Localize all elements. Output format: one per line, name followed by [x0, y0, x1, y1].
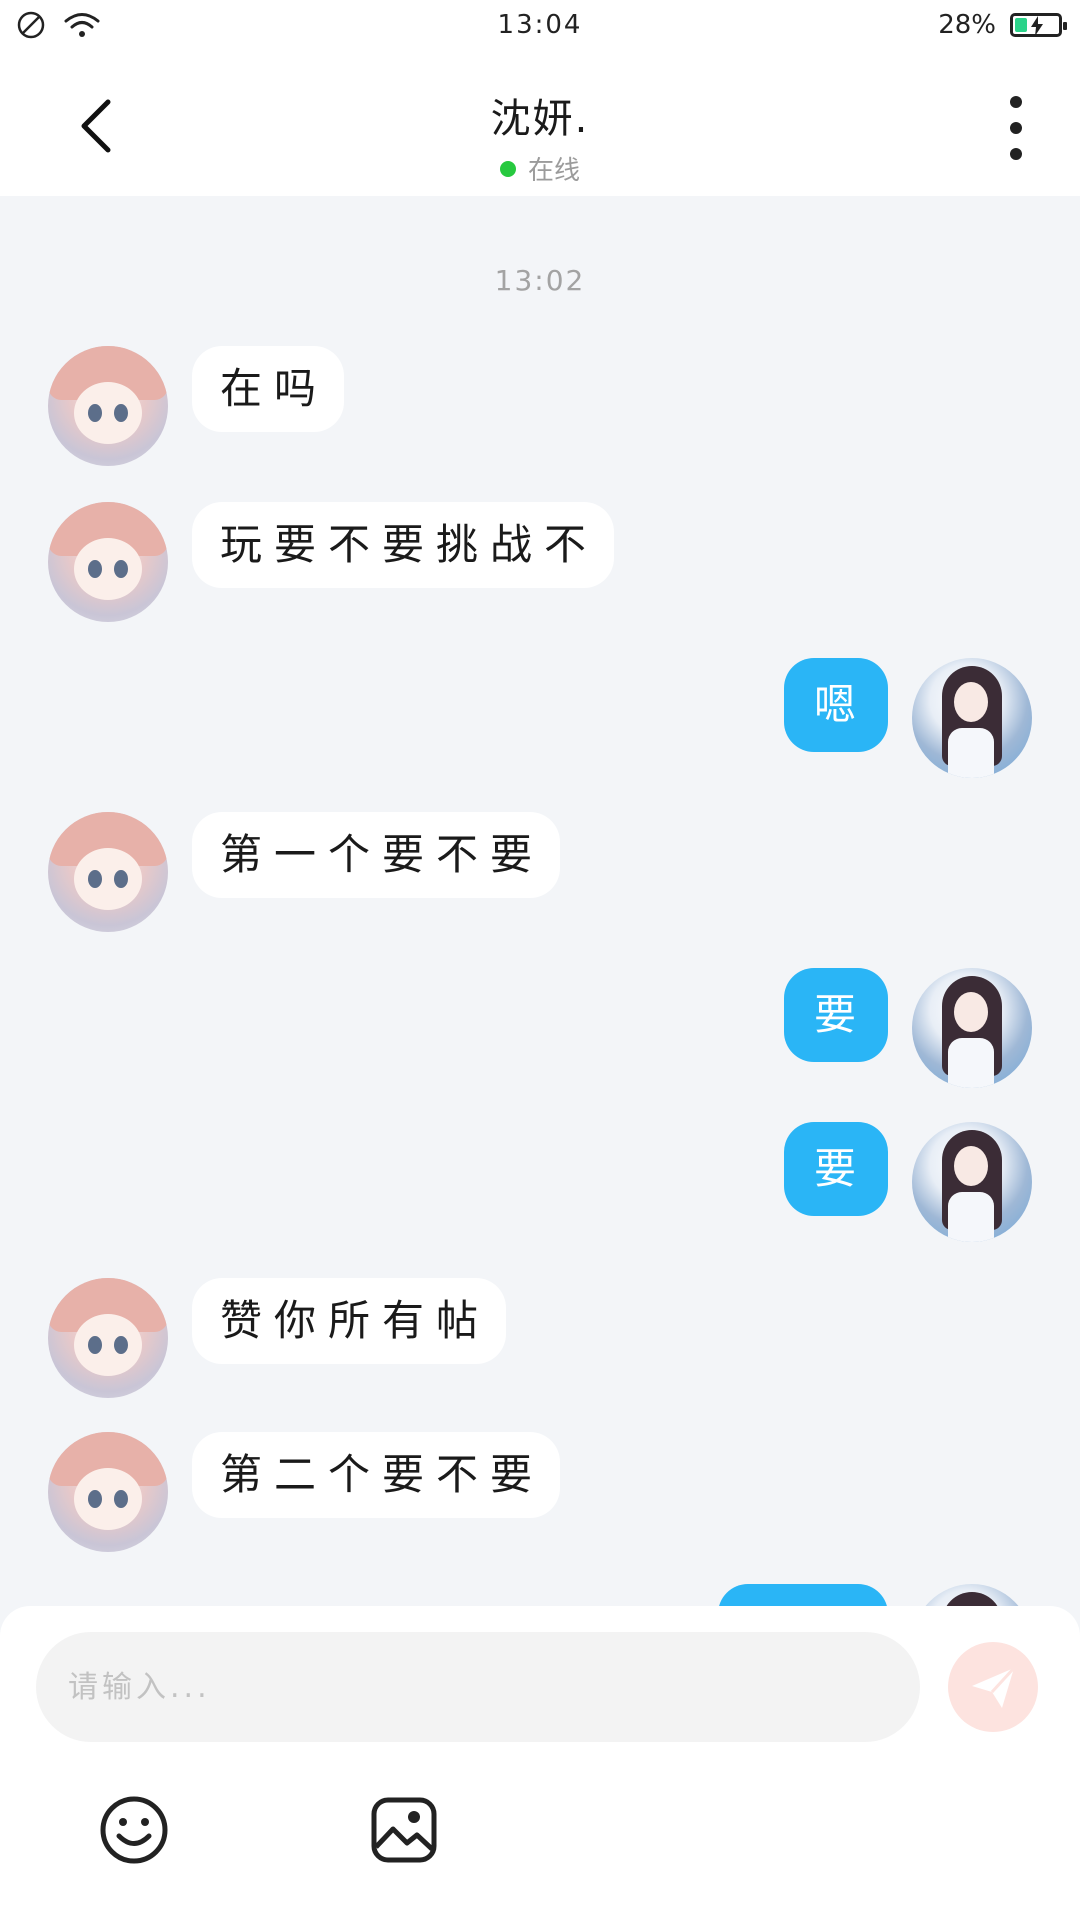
- presence-label: 在线: [527, 156, 580, 186]
- send-icon: [972, 1666, 1016, 1708]
- presence-status: 在线: [0, 150, 1080, 187]
- message-list[interactable]: 13:02 在吗 玩要不要挑战不 嗯 第一个要不要 要 要 赞你所有帖 第二个要…: [0, 196, 1080, 1606]
- incoming-message-bubble[interactable]: 在吗: [192, 346, 345, 432]
- message-row: 第二个要不要: [48, 1432, 561, 1552]
- image-button[interactable]: [368, 1794, 440, 1866]
- status-bar: 13:04 28%: [0, 0, 1080, 56]
- battery-level: [1015, 18, 1028, 32]
- message-row: 嗯: [783, 658, 1032, 778]
- online-dot-icon: [499, 160, 516, 177]
- message-input[interactable]: [36, 1632, 920, 1742]
- my-avatar[interactable]: [912, 968, 1032, 1088]
- message-row: 玩要不要挑战不: [48, 502, 615, 622]
- status-time: 13:04: [497, 10, 583, 40]
- my-avatar[interactable]: [912, 1584, 1032, 1606]
- outgoing-message-bubble[interactable]: 要: [783, 1122, 888, 1216]
- contact-avatar[interactable]: [48, 502, 168, 622]
- emoji-button[interactable]: [98, 1794, 170, 1866]
- message-row: 要: [783, 1122, 1032, 1242]
- page-title: 沈妍.: [490, 96, 590, 142]
- my-avatar[interactable]: [912, 1122, 1032, 1242]
- outgoing-message-bubble[interactable]: 嗯: [783, 658, 888, 752]
- more-options-button[interactable]: [996, 96, 1036, 160]
- status-icons-right: 28%: [938, 10, 1067, 40]
- message-composer: [0, 1606, 1080, 1920]
- message-row: 在吗: [48, 346, 345, 466]
- message-row: 要: [783, 968, 1032, 1088]
- incoming-message-bubble[interactable]: 第二个要不要: [192, 1432, 561, 1518]
- my-avatar[interactable]: [912, 658, 1032, 778]
- chat-header: 沈妍. 在线: [0, 56, 1080, 196]
- send-button[interactable]: [948, 1642, 1038, 1732]
- outgoing-message-bubble[interactable]: [718, 1584, 888, 1606]
- title-block: 沈妍. 在线: [0, 86, 1080, 187]
- incoming-message-bubble[interactable]: 玩要不要挑战不: [192, 502, 615, 588]
- message-row: 第一个要不要: [48, 812, 561, 932]
- more-vertical-icon: [1010, 96, 1022, 108]
- incoming-message-bubble[interactable]: 赞你所有帖: [192, 1278, 507, 1364]
- contact-avatar[interactable]: [48, 346, 168, 466]
- contact-avatar[interactable]: [48, 1432, 168, 1552]
- incoming-message-bubble[interactable]: 第一个要不要: [192, 812, 561, 898]
- outgoing-message-bubble[interactable]: 要: [783, 968, 888, 1062]
- battery-percent: 28%: [938, 10, 996, 40]
- image-icon: [371, 1797, 437, 1863]
- message-row: 赞你所有帖: [48, 1278, 507, 1398]
- contact-avatar[interactable]: [48, 1278, 168, 1398]
- contact-avatar[interactable]: [48, 812, 168, 932]
- message-timestamp: 13:02: [494, 264, 586, 297]
- battery-charging-icon: [1010, 13, 1067, 37]
- emoji-icon: [100, 1796, 168, 1864]
- message-row-partial: [718, 1584, 1032, 1606]
